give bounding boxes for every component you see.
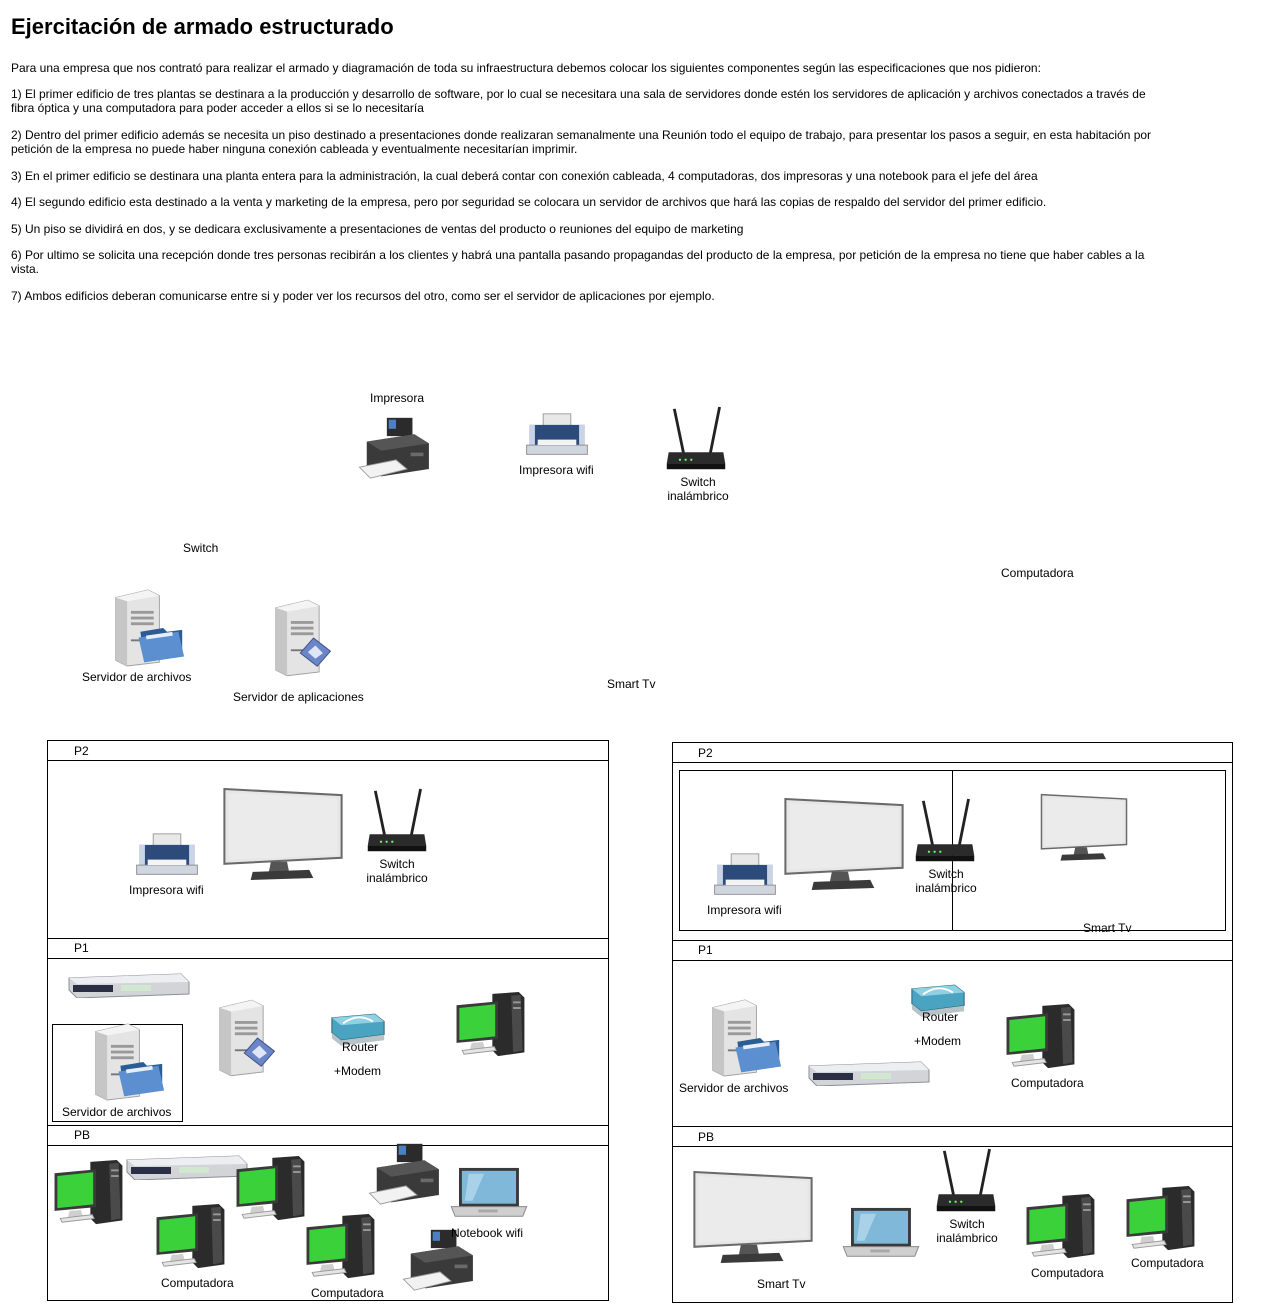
b1-floor-pb-label: PB — [74, 1128, 91, 1142]
b1-p1-computer-icon[interactable] — [454, 992, 526, 1058]
wifi-printer-icon[interactable] — [522, 412, 592, 458]
requirement-4: 4) El segundo edificio esta destinado a … — [11, 195, 1047, 209]
b1-wireless-switch-icon[interactable] — [364, 787, 430, 857]
palette-wireless-switch-label: Switch inalámbrico — [667, 475, 729, 503]
b1-pb-computer-label-1: Computadora — [161, 1276, 234, 1290]
b1-pb-computer-1-icon[interactable] — [52, 1160, 124, 1226]
b2-file-server-icon[interactable] — [707, 998, 783, 1078]
b2-pb-computer-label-1: Computadora — [1031, 1266, 1104, 1280]
wireless-switch-icon[interactable] — [663, 405, 729, 475]
requirement-2: 2) Dentro del primer edificio además se … — [11, 128, 1152, 156]
b2-pb-wireless-switch-label: Switch inalámbrico — [936, 1217, 998, 1245]
palette-wifi-printer-label: Impresora wifi — [519, 463, 594, 477]
b1-pb-computer-2-icon[interactable] — [234, 1156, 306, 1222]
b2-smart-tv-label: Smart Tv — [1083, 921, 1132, 935]
palette-file-server-label: Servidor de archivos — [82, 670, 192, 684]
b2-pb-computer-label-2: Computadora — [1131, 1256, 1204, 1270]
b1-app-server-icon[interactable] — [216, 998, 282, 1078]
b2-wireless-switch-label: Switch inalámbrico — [915, 867, 977, 895]
b2-p1-computer-label: Computadora — [1011, 1076, 1084, 1090]
b1-wifi-printer-icon[interactable] — [132, 832, 202, 878]
palette-switch-label: Switch — [183, 541, 219, 555]
b2-smart-tv-2-icon[interactable] — [1040, 793, 1128, 863]
palette-printer-label: Impresora — [370, 391, 425, 405]
b1-router-label: Router — [342, 1040, 379, 1054]
b2-router-label: Router — [922, 1010, 959, 1024]
page-title: Ejercitación de armado estructurado — [11, 14, 394, 39]
requirement-1: 1) El primer edificio de tres plantas se… — [11, 87, 1146, 115]
b1-modem-label: +Modem — [334, 1064, 382, 1078]
b1-pb-computer-3-icon[interactable] — [154, 1204, 226, 1270]
b2-pb-computer-1-icon[interactable] — [1024, 1194, 1096, 1260]
b1-floor-p1-label: P1 — [74, 941, 89, 955]
b1-wifi-printer-label: Impresora wifi — [129, 883, 204, 897]
b1-notebook-label: Notebook wifi — [451, 1226, 524, 1240]
b1-smart-tv-icon[interactable] — [222, 787, 344, 883]
palette-app-server-label: Servidor de aplicaciones — [233, 690, 364, 704]
printer-icon[interactable] — [356, 416, 436, 480]
b2-pb-computer-2-icon[interactable] — [1124, 1186, 1196, 1252]
requirement-5: 5) Un piso se dividirá en dos, y se dedi… — [11, 222, 744, 236]
b2-p1-computer-icon[interactable] — [1004, 1004, 1076, 1070]
b2-wifi-printer-label: Impresora wifi — [707, 903, 782, 917]
b1-wireless-switch-label: Switch inalámbrico — [366, 857, 428, 885]
file-server-icon[interactable] — [110, 588, 186, 668]
app-server-icon[interactable] — [272, 598, 338, 678]
b1-switch-icon[interactable] — [68, 972, 190, 998]
b2-pb-smart-tv-icon[interactable] — [692, 1170, 814, 1266]
b2-laptop-icon[interactable] — [840, 1206, 920, 1264]
b1-pb-computer-label-2: Computadora — [311, 1286, 384, 1300]
b2-floor-p2-label: P2 — [698, 746, 713, 760]
b1-floor-p2-label: P2 — [74, 744, 89, 758]
b2-pb-smart-tv-label: Smart Tv — [757, 1277, 806, 1291]
b2-wifi-printer-icon[interactable] — [710, 852, 780, 898]
b1-file-server-label: Servidor de archivos — [62, 1105, 172, 1119]
requirement-3: 3) En el primer edificio se destinara un… — [11, 169, 1038, 183]
b2-floor-pb-label: PB — [698, 1130, 715, 1144]
requirement-6: 6) Por ultimo se solicita una recepción … — [11, 248, 1145, 276]
laptop-icon[interactable] — [448, 1166, 528, 1224]
b1-pb-printer-1-icon[interactable] — [366, 1142, 446, 1206]
b2-modem-label: +Modem — [914, 1034, 962, 1048]
b2-wireless-switch-icon[interactable] — [912, 797, 978, 867]
b1-file-server-icon[interactable] — [90, 1022, 166, 1102]
b2-smart-tv-1-icon[interactable] — [783, 797, 905, 893]
b1-pb-switch-icon[interactable] — [126, 1154, 248, 1180]
b2-file-server-label: Servidor de archivos — [679, 1081, 789, 1095]
b2-switch-icon[interactable] — [808, 1060, 930, 1086]
b2-floor-p1-label: P1 — [698, 943, 713, 957]
intro-text: Para una empresa que nos contrató para r… — [11, 61, 1041, 75]
requirement-7: 7) Ambos edificios deberan comunicarse e… — [11, 289, 715, 303]
b2-pb-wireless-switch-icon[interactable] — [933, 1147, 999, 1217]
b1-pb-computer-4-icon[interactable] — [304, 1214, 376, 1280]
palette-computer-label: Computadora — [1001, 566, 1074, 580]
palette-smart-tv-label: Smart Tv — [607, 677, 656, 691]
